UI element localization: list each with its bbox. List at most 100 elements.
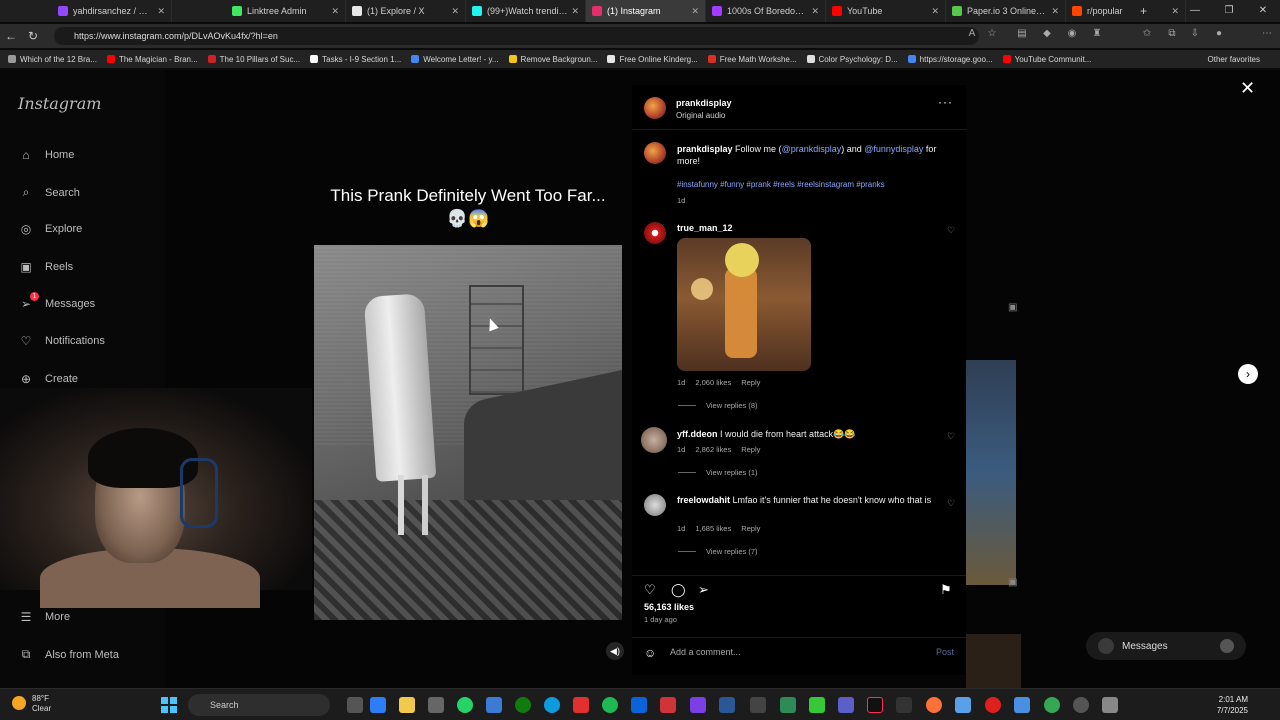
- other-favorites[interactable]: Other favorites: [1208, 55, 1260, 64]
- more-menu[interactable]: ☰ More: [18, 610, 70, 624]
- collections-icon[interactable]: ⧉: [1165, 28, 1179, 44]
- emoji-icon[interactable]: ☺: [644, 646, 656, 660]
- app-icon[interactable]: [573, 697, 589, 713]
- extension-icon[interactable]: ♜: [1090, 28, 1104, 44]
- read-aloud-icon[interactable]: A: [965, 28, 979, 44]
- next-post-icon[interactable]: ›: [1238, 364, 1258, 384]
- nav-item-reels[interactable]: ▣ Reels: [18, 260, 73, 274]
- nav-item-notifications[interactable]: ♡ Notifications: [18, 334, 105, 348]
- commenter-avatar[interactable]: [644, 222, 666, 244]
- store-icon[interactable]: [428, 697, 444, 713]
- comment-username[interactable]: true_man_12: [677, 223, 733, 233]
- commenter-avatar[interactable]: [641, 427, 667, 453]
- favorites-icon[interactable]: ✩: [1140, 28, 1154, 44]
- bookmark-item[interactable]: The 10 Pillars of Suc...: [207, 55, 300, 64]
- profile-avatar-icon[interactable]: ●: [1212, 28, 1226, 44]
- comment-likes[interactable]: 2,862 likes: [695, 445, 731, 454]
- nav-item-search[interactable]: ⌕ Search: [18, 185, 80, 200]
- extension-icon[interactable]: ◆: [1040, 28, 1054, 44]
- app-icon[interactable]: [985, 697, 1001, 713]
- whatsapp-icon[interactable]: [457, 697, 473, 713]
- view-replies[interactable]: View replies (8): [678, 401, 758, 410]
- app-icon[interactable]: [690, 697, 706, 713]
- caption-username[interactable]: prankdisplay: [677, 144, 733, 154]
- xbox-icon[interactable]: [515, 697, 531, 713]
- bookmark-item[interactable]: Welcome Letter! - y...: [411, 55, 499, 64]
- tab-close-icon[interactable]: ✕: [931, 6, 939, 17]
- reply-button[interactable]: Reply: [741, 524, 760, 533]
- back-icon[interactable]: ←: [0, 29, 22, 43]
- extension-icon[interactable]: ◉: [1065, 28, 1079, 44]
- app-icon[interactable]: [1102, 697, 1118, 713]
- messages-floating-button[interactable]: Messages: [1086, 632, 1246, 660]
- system-clock[interactable]: 2:01 AM 7/7/2025: [1200, 694, 1248, 716]
- downloads-icon[interactable]: ⇩: [1188, 28, 1202, 44]
- chrome-icon[interactable]: [1044, 697, 1060, 713]
- favorite-star-icon[interactable]: ☆: [985, 28, 999, 44]
- new-tab-icon[interactable]: +: [1140, 4, 1147, 18]
- bookmark-item[interactable]: https://storage.goo...: [907, 55, 993, 64]
- bookmark-item[interactable]: Free Math Workshe...: [707, 55, 797, 64]
- comment-username[interactable]: yff.ddeon: [677, 429, 718, 439]
- refresh-icon[interactable]: ↻: [22, 29, 44, 43]
- mute-icon[interactable]: ◀): [606, 642, 624, 660]
- edge-icon[interactable]: [544, 697, 560, 713]
- bookmark-item[interactable]: Remove Backgroun...: [508, 55, 597, 64]
- nav-item-explore[interactable]: ◎ Explore: [18, 222, 83, 236]
- bookmark-item[interactable]: Free Online Kinderg...: [607, 55, 698, 64]
- tab-close-icon[interactable]: ✕: [451, 6, 459, 17]
- nav-item-messages[interactable]: ➢ Messages: [18, 297, 95, 311]
- comment-like-icon[interactable]: ♡: [947, 498, 955, 509]
- caption-avatar[interactable]: [644, 142, 666, 164]
- more-options-icon[interactable]: ···: [938, 95, 953, 109]
- bookmark-item[interactable]: YouTube Communit...: [1002, 55, 1091, 64]
- terminal-icon[interactable]: [896, 697, 912, 713]
- browser-menu-icon[interactable]: ⋯: [1260, 28, 1274, 44]
- nav-item-create[interactable]: ⊕ Create: [18, 372, 78, 386]
- comment-username[interactable]: freelowdahit: [677, 495, 730, 505]
- browser-tab[interactable]: (99+)Watch trending ✕: [466, 0, 586, 22]
- post-comment-button[interactable]: Post: [936, 647, 954, 657]
- share-icon[interactable]: ➢: [698, 582, 709, 598]
- author-avatar[interactable]: [644, 97, 666, 119]
- app-icon[interactable]: [719, 697, 735, 713]
- start-button[interactable]: [161, 697, 177, 713]
- close-icon[interactable]: ✕: [1240, 78, 1255, 99]
- bookmark-item[interactable]: Color Psychology: D...: [806, 55, 898, 64]
- browser-tab[interactable]: yahdirsanchez / Strea ✕: [52, 0, 172, 22]
- teams-icon[interactable]: [838, 697, 854, 713]
- app-icon[interactable]: [780, 697, 796, 713]
- outlook-icon[interactable]: [631, 697, 647, 713]
- file-explorer-icon[interactable]: [399, 697, 415, 713]
- browser-tab[interactable]: Paper.io 3 Online Offi ✕: [946, 0, 1066, 22]
- likes-count[interactable]: 56,163 likes: [644, 602, 694, 612]
- extension-icon[interactable]: ▤: [1015, 28, 1029, 44]
- app-icon[interactable]: [809, 697, 825, 713]
- hashtags[interactable]: #instafunny #funny #prank #reels #reelsi…: [677, 179, 885, 191]
- view-replies[interactable]: View replies (7): [678, 547, 758, 556]
- settings-gear-icon[interactable]: [1073, 697, 1089, 713]
- reply-button[interactable]: Reply: [741, 445, 760, 454]
- app-icon[interactable]: [955, 697, 971, 713]
- app-icon[interactable]: [750, 697, 766, 713]
- reel-video[interactable]: [314, 245, 622, 620]
- browser-tab[interactable]: YouTube ✕: [826, 0, 946, 22]
- minimize-icon[interactable]: —: [1178, 0, 1212, 22]
- task-view-icon[interactable]: [347, 697, 363, 713]
- tiktok-icon[interactable]: [867, 697, 883, 713]
- tab-close-icon[interactable]: ✕: [571, 6, 579, 17]
- copilot-icon[interactable]: [370, 697, 386, 713]
- instagram-logo[interactable]: Instagram: [18, 94, 101, 113]
- app-icon[interactable]: [486, 697, 502, 713]
- bookmark-item[interactable]: Tasks - I-9 Section 1...: [310, 55, 401, 64]
- mention-link[interactable]: @funnydisplay: [864, 144, 923, 154]
- maximize-icon[interactable]: ❐: [1212, 0, 1246, 22]
- tab-close-icon[interactable]: ✕: [331, 6, 339, 17]
- comment-like-icon[interactable]: ♡: [947, 225, 955, 236]
- bookmark-item[interactable]: Which of the 12 Bra...: [8, 55, 97, 64]
- commenter-avatar[interactable]: [644, 494, 666, 516]
- taskbar-search[interactable]: Search: [188, 694, 330, 716]
- tab-close-icon[interactable]: ✕: [1051, 6, 1059, 17]
- audio-link[interactable]: Original audio: [676, 111, 725, 120]
- browser-tab[interactable]: 1000s Of Boredom W ✕: [706, 0, 826, 22]
